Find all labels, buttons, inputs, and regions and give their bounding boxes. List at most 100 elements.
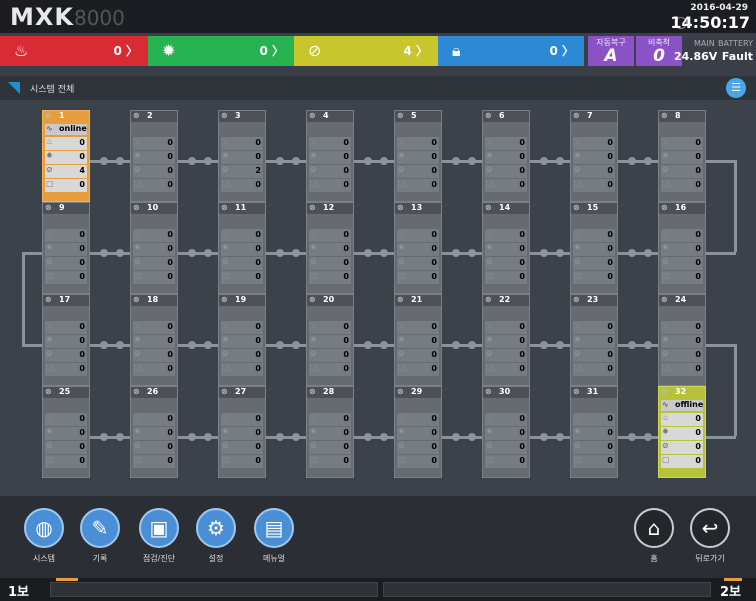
- signal-icon: ∿: [222, 400, 229, 409]
- unit-comm-status: ∿: [661, 216, 703, 227]
- unit-card-14[interactable]: ⊗ 14 ∿ ♨ 0 ✹ 0 ⊘ 0 ▢ 0: [482, 202, 530, 294]
- unit-comm-status: ∿: [221, 400, 263, 411]
- system-button[interactable]: ◍: [24, 508, 64, 548]
- unit-card-9[interactable]: ⊗ 9 ∿ ♨ 0 ✹ 0 ⊘ 0 ▢ 0: [42, 202, 90, 294]
- unit-count: 0: [79, 244, 85, 253]
- unit-card-20[interactable]: ⊗ 20 ∿ ♨ 0 ✹ 0 ⊘ 0 ▢ 0: [306, 294, 354, 386]
- unit-number: 2: [147, 111, 153, 120]
- unit-count: 0: [255, 180, 261, 189]
- unit-card-15[interactable]: ⊗ 15 ∿ ♨ 0 ✹ 0 ⊘ 0 ▢ 0: [570, 202, 618, 294]
- unit-row-lock: ▢ 0: [45, 179, 87, 192]
- back-button[interactable]: ↩: [690, 508, 730, 548]
- unit-card-26[interactable]: ⊗ 26 ∿ ♨ 0 ✹ 0 ⊘ 0 ▢ 0: [130, 386, 178, 478]
- unit-card-31[interactable]: ⊗ 31 ∿ ♨ 0 ✹ 0 ⊘ 0 ▢ 0: [570, 386, 618, 478]
- unit-status-icon: ⊗: [397, 203, 404, 212]
- lock-icon: ▢: [398, 179, 406, 188]
- lock-icon: ▢: [222, 363, 230, 372]
- unit-row-fault: ✹ 0: [661, 427, 703, 440]
- unit-card-17[interactable]: ⊗ 17 ∿ ♨ 0 ✹ 0 ⊘ 0 ▢ 0: [42, 294, 90, 386]
- unit-card-10[interactable]: ⊗ 10 ∿ ♨ 0 ✹ 0 ⊘ 0 ▢ 0: [130, 202, 178, 294]
- unit-card-24[interactable]: ⊗ 24 ∿ ♨ 0 ✹ 0 ⊘ 0 ▢ 0: [658, 294, 706, 386]
- lock-icon: ▢: [46, 271, 54, 280]
- unit-number: 25: [59, 387, 71, 396]
- floor-bar-left[interactable]: [50, 582, 378, 597]
- unit-row-fire: ♨ 0: [573, 229, 615, 242]
- home-button[interactable]: ⌂: [634, 508, 674, 548]
- fault-status-button[interactable]: ✹ 0 〉: [148, 36, 294, 66]
- unit-row-fire: ♨ 0: [661, 137, 703, 150]
- unit-card-23[interactable]: ⊗ 23 ∿ ♨ 0 ✹ 0 ⊘ 0 ▢ 0: [570, 294, 618, 386]
- manual-label: 메뉴얼: [262, 554, 286, 563]
- unit-card-21[interactable]: ⊗ 21 ∿ ♨ 0 ✹ 0 ⊘ 0 ▢ 0: [394, 294, 442, 386]
- floor-left-label[interactable]: 1보: [8, 581, 29, 600]
- unit-card-8[interactable]: ⊗ 8 ∿ ♨ 0 ✹ 0 ⊘ 0 ▢ 0: [658, 110, 706, 202]
- pipe-node: [100, 341, 108, 349]
- unit-row-fault: ✹ 0: [309, 151, 351, 164]
- unit-card-1[interactable]: ⊗ 1 ∿ online ♨ 0 ✹ 0 ⊘ 4 ▢ 0: [42, 110, 90, 202]
- unit-number: 24: [675, 295, 687, 304]
- floor-bar-right[interactable]: [383, 582, 711, 597]
- unit-count: 0: [695, 138, 701, 147]
- auto-restore-button[interactable]: 자동복구 A: [588, 36, 634, 66]
- unit-card-16[interactable]: ⊗ 16 ∿ ♨ 0 ✹ 0 ⊘ 0 ▢ 0: [658, 202, 706, 294]
- unit-status-icon: ⊗: [45, 295, 52, 304]
- unit-card-6[interactable]: ⊗ 6 ∿ ♨ 0 ✹ 0 ⊘ 0 ▢ 0: [482, 110, 530, 202]
- unit-count: 0: [167, 244, 173, 253]
- disable-icon: ⊘: [486, 257, 493, 266]
- settings-button[interactable]: ⚙: [196, 508, 236, 548]
- unit-card-25[interactable]: ⊗ 25 ∿ ♨ 0 ✹ 0 ⊘ 0 ▢ 0: [42, 386, 90, 478]
- unit-card-3[interactable]: ⊗ 3 ∿ ♨ 0 ✹ 0 ⊘ 2 ▢ 0: [218, 110, 266, 202]
- unit-row-fault: ✹ 0: [221, 243, 263, 256]
- unit-header: ⊗ 6: [483, 111, 529, 122]
- pipe-connector: [734, 160, 737, 252]
- unit-row-fault: ✹ 0: [133, 243, 175, 256]
- floor-right-label[interactable]: 2보: [720, 581, 741, 600]
- pipe-node: [292, 157, 300, 165]
- disable-icon: ⊘: [222, 257, 229, 266]
- manual-button[interactable]: ▤: [254, 508, 294, 548]
- unit-card-27[interactable]: ⊗ 27 ∿ ♨ 0 ✹ 0 ⊘ 0 ▢ 0: [218, 386, 266, 478]
- unit-card-11[interactable]: ⊗ 11 ∿ ♨ 0 ✹ 0 ⊘ 0 ▢ 0: [218, 202, 266, 294]
- unit-comm-status: ∿: [397, 124, 439, 135]
- unit-count: 0: [431, 350, 437, 359]
- time-display: 14:50:17: [670, 13, 750, 32]
- signal-icon: ∿: [134, 400, 141, 409]
- fire-icon: ♨: [310, 413, 318, 422]
- unit-row-lock: ▢ 0: [221, 363, 263, 376]
- fire-status-button[interactable]: ♨ 0 〉: [0, 36, 148, 66]
- unit-row-fault: ✹ 0: [661, 151, 703, 164]
- disable-status-button[interactable]: ⊘ 4 〉: [294, 36, 438, 66]
- unit-card-32[interactable]: ⊗ 32 ∿ offline ♨ 0 ✹ 0 ⊘ 0 ▢ 0: [658, 386, 706, 478]
- signal-icon: ∿: [398, 308, 405, 317]
- unit-card-18[interactable]: ⊗ 18 ∿ ♨ 0 ✹ 0 ⊘ 0 ▢ 0: [130, 294, 178, 386]
- unit-row-fault: ✹ 0: [133, 151, 175, 164]
- signal-icon: ∿: [662, 216, 669, 225]
- unit-card-22[interactable]: ⊗ 22 ∿ ♨ 0 ✹ 0 ⊘ 0 ▢ 0: [482, 294, 530, 386]
- unit-card-30[interactable]: ⊗ 30 ∿ ♨ 0 ✹ 0 ⊘ 0 ▢ 0: [482, 386, 530, 478]
- unit-card-29[interactable]: ⊗ 29 ∿ ♨ 0 ✹ 0 ⊘ 0 ▢ 0: [394, 386, 442, 478]
- unit-count: 0: [79, 138, 85, 147]
- unit-count: 0: [519, 364, 525, 373]
- list-view-button[interactable]: ☰: [726, 78, 746, 98]
- back-label: 뒤로가기: [695, 554, 725, 563]
- lock-status-button[interactable]: 🔒︎ 0 〉: [438, 36, 584, 66]
- unit-card-12[interactable]: ⊗ 12 ∿ ♨ 0 ✹ 0 ⊘ 0 ▢ 0: [306, 202, 354, 294]
- unit-card-5[interactable]: ⊗ 5 ∿ ♨ 0 ✹ 0 ⊘ 0 ▢ 0: [394, 110, 442, 202]
- record-button[interactable]: ✎: [80, 508, 120, 548]
- unit-row-disable: ⊘ 2: [221, 165, 263, 178]
- unit-card-13[interactable]: ⊗ 13 ∿ ♨ 0 ✹ 0 ⊘ 0 ▢ 0: [394, 202, 442, 294]
- unit-card-2[interactable]: ⊗ 2 ∿ ♨ 0 ✹ 0 ⊘ 0 ▢ 0: [130, 110, 178, 202]
- unit-card-19[interactable]: ⊗ 19 ∿ ♨ 0 ✹ 0 ⊘ 0 ▢ 0: [218, 294, 266, 386]
- unit-count: 0: [343, 350, 349, 359]
- pipe-node: [364, 157, 372, 165]
- unit-card-28[interactable]: ⊗ 28 ∿ ♨ 0 ✹ 0 ⊘ 0 ▢ 0: [306, 386, 354, 478]
- unit-row-fire: ♨ 0: [45, 229, 87, 242]
- fault-icon: ✹: [134, 151, 141, 160]
- unit-header: ⊗ 5: [395, 111, 441, 122]
- unit-card-4[interactable]: ⊗ 4 ∿ ♨ 0 ✹ 0 ⊘ 0 ▢ 0: [306, 110, 354, 202]
- inspect-button[interactable]: ▣: [139, 508, 179, 548]
- unit-count: 0: [519, 244, 525, 253]
- unit-count: 0: [519, 428, 525, 437]
- unit-card-7[interactable]: ⊗ 7 ∿ ♨ 0 ✹ 0 ⊘ 0 ▢ 0: [570, 110, 618, 202]
- unit-number: 18: [147, 295, 159, 304]
